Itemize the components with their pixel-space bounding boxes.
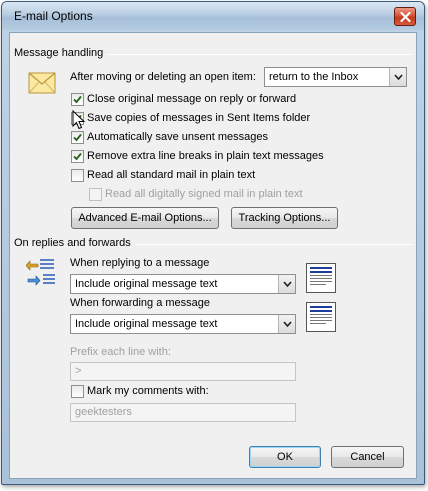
checkmark-icon bbox=[73, 95, 82, 104]
tracking-options-label: Tracking Options... bbox=[238, 212, 331, 224]
reply-forward-icon bbox=[25, 257, 58, 290]
tracking-options-button[interactable]: Tracking Options... bbox=[231, 207, 338, 229]
dialog-body: Message handling After moving or deletin… bbox=[9, 32, 417, 479]
after-move-label: After moving or deleting an open item: bbox=[70, 71, 256, 83]
chevron-down-icon[interactable] bbox=[389, 68, 406, 86]
after-move-value: return to the Inbox bbox=[269, 71, 359, 83]
ok-button[interactable]: OK bbox=[249, 446, 321, 468]
checkmark-icon bbox=[73, 133, 82, 142]
title-bar[interactable]: E-mail Options bbox=[2, 2, 424, 30]
prefix-input[interactable]: > bbox=[70, 362, 296, 381]
reply-preview-icon bbox=[306, 263, 336, 293]
autosave-label[interactable]: Automatically save unsent messages bbox=[87, 131, 268, 143]
replies-forwards-label: On replies and forwards bbox=[14, 237, 135, 249]
read-plain-text-label[interactable]: Read all standard mail in plain text bbox=[87, 169, 255, 181]
mouse-cursor-icon bbox=[72, 109, 86, 133]
envelope-icon bbox=[28, 72, 56, 97]
advanced-email-options-label: Advanced E-mail Options... bbox=[78, 212, 212, 224]
after-move-dropdown[interactable]: return to the Inbox bbox=[264, 67, 407, 87]
read-signed-plain-text-checkbox[interactable] bbox=[89, 188, 102, 201]
forward-preview-icon bbox=[306, 302, 336, 332]
mark-comments-checkbox[interactable] bbox=[71, 385, 84, 398]
mark-comments-input[interactable]: geektesters bbox=[70, 403, 296, 422]
cancel-button[interactable]: Cancel bbox=[331, 446, 404, 468]
remove-line-breaks-label[interactable]: Remove extra line breaks in plain text m… bbox=[87, 150, 324, 162]
forward-dropdown[interactable]: Include original message text bbox=[70, 314, 296, 334]
save-copies-label[interactable]: Save copies of messages in Sent Items fo… bbox=[87, 112, 310, 124]
cancel-label: Cancel bbox=[350, 451, 385, 463]
reply-dropdown[interactable]: Include original message text bbox=[70, 274, 296, 294]
close-original-checkbox[interactable] bbox=[71, 93, 84, 106]
reply-value: Include original message text bbox=[75, 278, 218, 290]
ok-label: OK bbox=[277, 451, 293, 463]
prefix-value: > bbox=[75, 365, 82, 377]
mark-comments-label[interactable]: Mark my comments with: bbox=[87, 385, 209, 397]
message-handling-label: Message handling bbox=[14, 47, 108, 59]
forward-label: When forwarding a message bbox=[70, 297, 211, 309]
forward-value: Include original message text bbox=[75, 318, 218, 330]
reply-label: When replying to a message bbox=[70, 257, 210, 269]
remove-line-breaks-checkbox[interactable] bbox=[71, 150, 84, 163]
read-plain-text-checkbox[interactable] bbox=[71, 169, 84, 182]
advanced-email-options-button[interactable]: Advanced E-mail Options... bbox=[71, 207, 219, 229]
checkmark-icon bbox=[73, 152, 82, 161]
close-button[interactable] bbox=[394, 7, 416, 26]
window-title: E-mail Options bbox=[14, 9, 93, 23]
email-options-dialog: E-mail Options Message handling After mo… bbox=[1, 1, 425, 485]
prefix-label: Prefix each line with: bbox=[70, 346, 171, 358]
mark-comments-value: geektesters bbox=[75, 406, 132, 418]
read-signed-plain-text-label: Read all digitally signed mail in plain … bbox=[105, 188, 303, 200]
close-original-label[interactable]: Close original message on reply or forwa… bbox=[87, 93, 296, 105]
close-icon bbox=[399, 11, 411, 22]
chevron-down-icon[interactable] bbox=[278, 275, 295, 293]
chevron-down-icon[interactable] bbox=[278, 315, 295, 333]
